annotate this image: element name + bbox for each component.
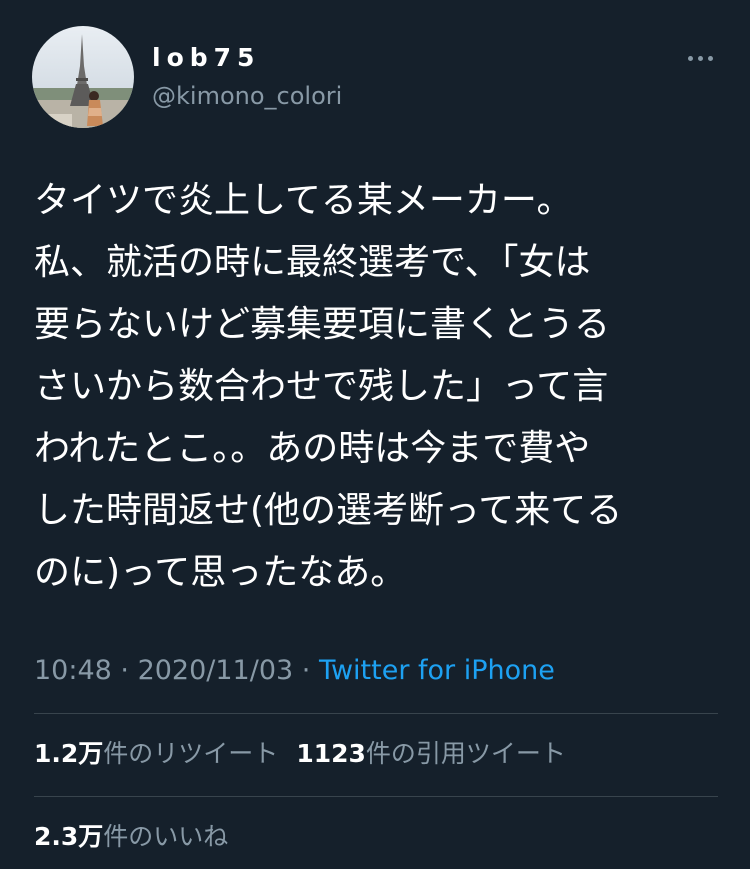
display-name[interactable]: lob75	[152, 42, 260, 74]
quote-tweets-label: 件の引用ツイート	[365, 739, 566, 768]
likes-stat[interactable]: 2.3万件のいいね	[34, 817, 228, 857]
tweet-text-line: 私、就活の時に最終選考で、「女は	[34, 242, 591, 283]
more-horizontal-icon[interactable]	[680, 48, 720, 68]
tweet-text: タイツで炎上してる某メーカー。 私、就活の時に最終選考で、「女は 要らないけど募…	[34, 170, 724, 604]
more-dot	[687, 55, 693, 61]
tweet-source-link[interactable]: Twitter for iPhone	[319, 655, 555, 686]
avatar[interactable]	[32, 26, 134, 128]
divider	[34, 713, 718, 714]
likes-stats: 2.3万件のいいね	[34, 817, 228, 857]
tweet-text-line: 要らないけど募集要項に書くとうる	[34, 304, 611, 345]
tweet-text-line: タイツで炎上してる某メーカー。	[34, 180, 573, 221]
more-dot	[697, 55, 703, 61]
retweets-stat[interactable]: 1.2万件のリツイート	[34, 734, 278, 774]
meta-separator: ·	[293, 655, 319, 686]
engagement-stats: 1.2万件のリツイート 1123件の引用ツイート	[34, 734, 566, 774]
retweets-count: 1.2万	[34, 739, 104, 768]
tweet-meta: 10:48 · 2020/11/03 · Twitter for iPhone	[34, 651, 555, 691]
tweet-text-line: した時間返せ(他の選考断って来てる	[34, 490, 623, 531]
tweet-time[interactable]: 10:48	[34, 655, 112, 686]
retweets-label: 件のリツイート	[103, 739, 279, 768]
likes-count: 2.3万	[34, 822, 104, 851]
quote-tweets-stat[interactable]: 1123件の引用ツイート	[296, 734, 566, 774]
tweet-date[interactable]: 2020/11/03	[138, 655, 294, 686]
tweet-text-line: のに)って思ったなあ。	[34, 552, 407, 593]
tweet-text-line: さいから数合わせで残した」って言	[34, 366, 609, 407]
likes-label: 件のいいね	[103, 822, 229, 851]
user-handle[interactable]: @kimono_colori	[152, 80, 342, 112]
more-dot	[707, 55, 713, 61]
meta-separator: ·	[111, 655, 138, 686]
avatar-image	[32, 26, 134, 128]
tweet-text-line: われたとこ。。あの時は今まで費や	[34, 428, 591, 469]
quote-tweets-count: 1123	[296, 739, 366, 768]
divider	[34, 796, 718, 797]
